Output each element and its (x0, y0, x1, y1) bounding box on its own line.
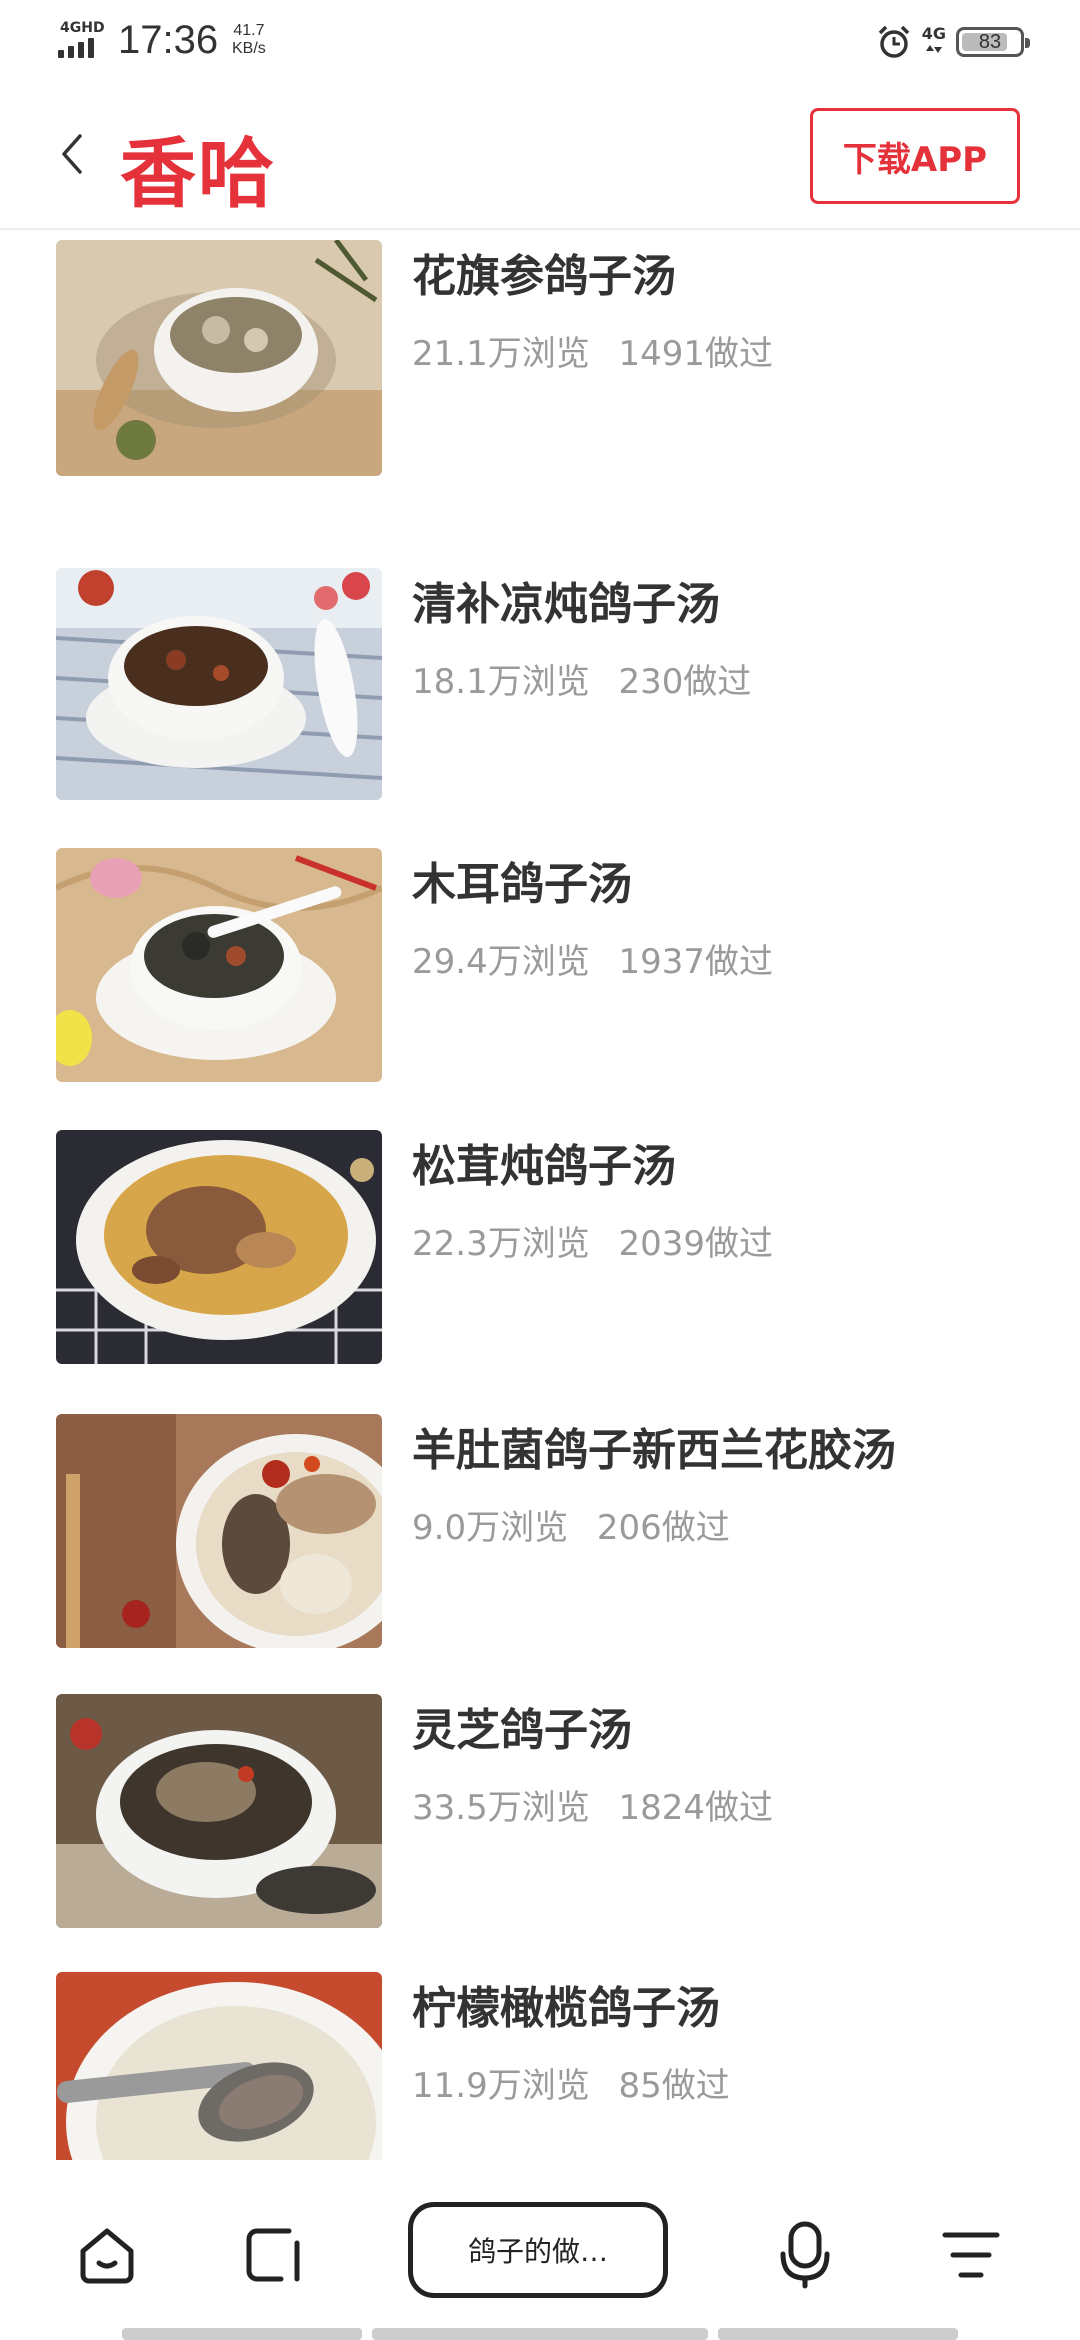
tabs-button[interactable] (238, 2220, 308, 2290)
app-logo[interactable]: 香哈 (120, 112, 276, 222)
recipe-thumbnail[interactable] (56, 848, 382, 1082)
network-speed-unit: KB/s (232, 40, 266, 57)
recipe-title[interactable]: 松茸炖鸽子汤 (412, 1130, 676, 1194)
recipe-item[interactable]: 柠檬橄榄鸽子汤 11.9万浏览 85做过 (56, 1972, 1036, 2160)
recipe-item[interactable]: 花旗参鸽子汤 21.1万浏览 1491做过 (56, 240, 1036, 476)
recipe-stats: 33.5万浏览 1824做过 (412, 1780, 773, 1829)
recipe-made-count: 1824做过 (618, 1788, 774, 1828)
recipe-title[interactable]: 花旗参鸽子汤 (412, 240, 676, 304)
back-button[interactable] (50, 124, 94, 184)
recipe-made-count: 1491做过 (618, 334, 774, 374)
recipe-title[interactable]: 灵芝鸽子汤 (412, 1694, 632, 1758)
recipe-views: 22.3万浏览 (412, 1224, 590, 1264)
recipe-stats: 22.3万浏览 2039做过 (412, 1216, 773, 1265)
recipe-stats: 9.0万浏览 206做过 (412, 1500, 730, 1549)
menu-icon (942, 2232, 1000, 2278)
network-speed: 41.7 KB/s (232, 22, 266, 58)
recipe-list: 花旗参鸽子汤 21.1万浏览 1491做过 清补凉炖鸽子汤 18.1万浏览 23… (0, 232, 1080, 2160)
data-arrows-icon (925, 45, 942, 53)
status-icons: 4G 83 (876, 20, 1030, 64)
recipe-thumbnail[interactable] (56, 1694, 382, 1928)
recipe-views: 9.0万浏览 (412, 1508, 569, 1548)
home-button[interactable] (72, 2220, 142, 2290)
recipe-thumbnail[interactable] (56, 240, 382, 476)
status-bar: 4GHD 17:36 41.7 KB/s 4G 83 (0, 0, 1080, 84)
recipe-stats: 21.1万浏览 1491做过 (412, 326, 773, 375)
recipe-made-count: 85做过 (618, 2066, 730, 2106)
network-speed-value: 41.7 (233, 22, 265, 39)
recipe-thumbnail[interactable] (56, 1130, 382, 1364)
recipe-stats: 29.4万浏览 1937做过 (412, 934, 773, 983)
home-icon (80, 2228, 134, 2284)
tabs-icon (246, 2228, 300, 2282)
search-box[interactable]: 鸽子的做… (408, 2202, 668, 2298)
recipe-stats: 18.1万浏览 230做过 (412, 654, 751, 703)
recipe-made-count: 230做过 (618, 662, 752, 702)
recipe-item[interactable]: 清补凉炖鸽子汤 18.1万浏览 230做过 (56, 568, 1036, 800)
battery-icon: 83 (956, 27, 1030, 57)
app-header: 香哈 下载APP (0, 84, 1080, 230)
recipe-item[interactable]: 木耳鸽子汤 29.4万浏览 1937做过 (56, 848, 1036, 1082)
page-indicator (0, 2328, 1080, 2340)
recipe-thumbnail[interactable] (56, 1414, 382, 1648)
recipe-title[interactable]: 柠檬橄榄鸽子汤 (412, 1972, 720, 2036)
recipe-made-count: 206做过 (596, 1508, 730, 1548)
recipe-title[interactable]: 清补凉炖鸽子汤 (412, 568, 720, 632)
download-app-button[interactable]: 下载APP (810, 108, 1020, 204)
recipe-views: 18.1万浏览 (412, 662, 590, 702)
recipe-thumbnail[interactable] (56, 1972, 382, 2160)
recipe-made-count: 1937做过 (618, 942, 774, 982)
recipe-views: 21.1万浏览 (412, 334, 590, 374)
recipe-thumbnail[interactable] (56, 568, 382, 800)
recipe-item[interactable]: 羊肚菌鸽子新西兰花胶汤 9.0万浏览 206做过 (56, 1414, 1036, 1648)
clock: 17:36 (118, 18, 219, 62)
recipe-search-page: 4GHD 17:36 41.7 KB/s 4G 83 香哈 下载APP 花旗参鸽… (0, 0, 1080, 2340)
recipe-made-count: 2039做过 (618, 1224, 774, 1264)
recipe-item[interactable]: 松茸炖鸽子汤 22.3万浏览 2039做过 (56, 1130, 1036, 1364)
recipe-stats: 11.9万浏览 85做过 (412, 2058, 730, 2107)
mobile-data-indicator: 4G (922, 26, 946, 58)
battery-level: 83 (978, 30, 1002, 53)
alarm-icon (878, 25, 909, 58)
signal-icon (58, 38, 94, 58)
recipe-views: 29.4万浏览 (412, 942, 590, 982)
recipe-views: 11.9万浏览 (412, 2066, 590, 2106)
chevron-left-icon (62, 134, 82, 174)
recipe-item[interactable]: 灵芝鸽子汤 33.5万浏览 1824做过 (56, 1694, 1036, 1928)
recipe-title[interactable]: 木耳鸽子汤 (412, 848, 632, 912)
recipe-title[interactable]: 羊肚菌鸽子新西兰花胶汤 (412, 1414, 896, 1478)
network-type: 4GHD (60, 20, 105, 36)
voice-search-button[interactable] (770, 2220, 840, 2290)
recipe-views: 33.5万浏览 (412, 1788, 590, 1828)
browser-bottom-bar: 鸽子的做… (0, 2160, 1080, 2340)
mobile-data-label: 4G (921, 24, 946, 43)
microphone-icon (780, 2221, 830, 2289)
menu-button[interactable] (936, 2220, 1006, 2290)
